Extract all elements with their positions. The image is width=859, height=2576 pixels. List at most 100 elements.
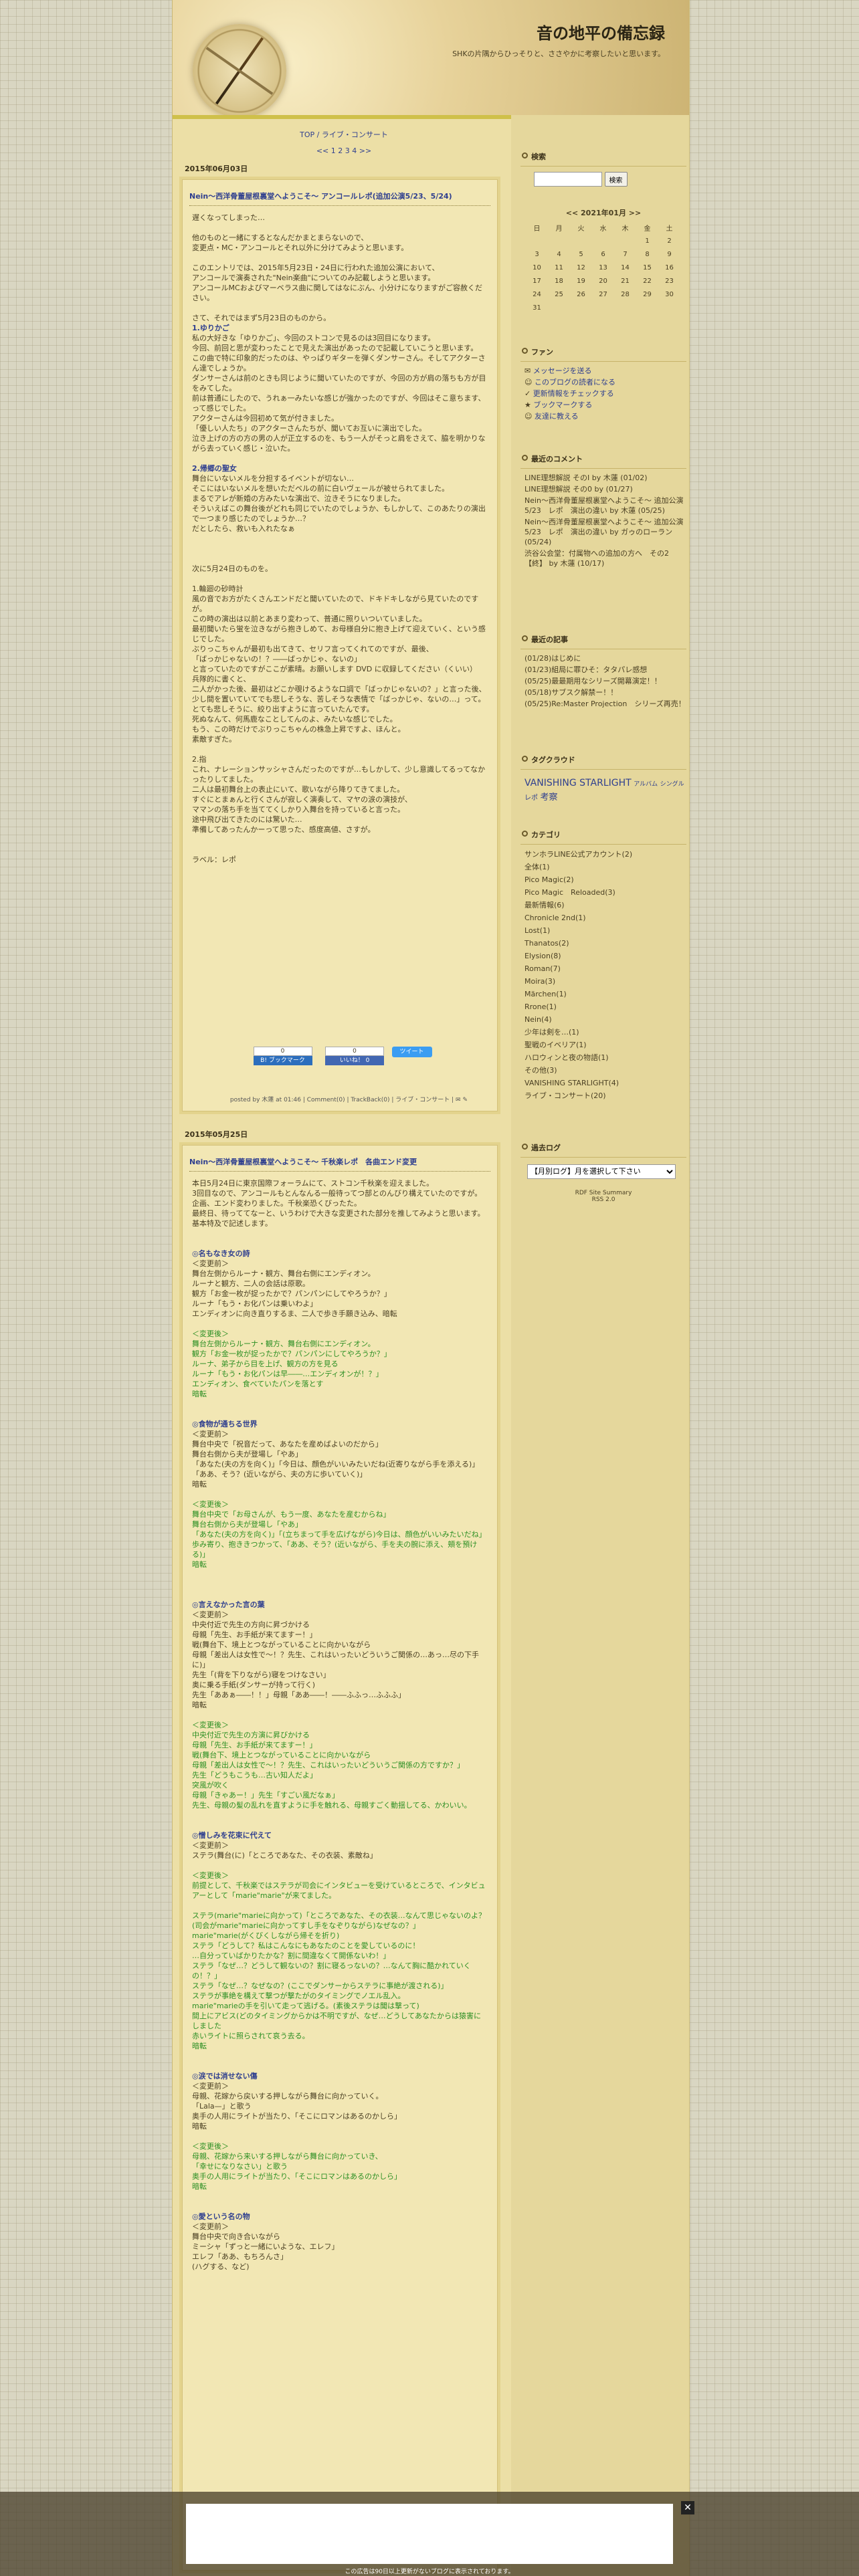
rss-footer[interactable]: RDF Site Summary RSS 2.0: [520, 1190, 686, 1203]
widget-title: 検索: [520, 147, 686, 167]
section-before: ＜変更前＞ 母親、花嫁から戻いする押しながら舞台に向かっていく。 「Lala—」…: [192, 2082, 402, 2131]
entry-meta-text[interactable]: posted by 木蓮 at 01:46 | Comment(0) | Tra…: [230, 1097, 456, 1103]
category-item[interactable]: Märchen(1): [524, 988, 686, 1000]
tag-link[interactable]: 考察: [541, 792, 558, 802]
fan-item[interactable]: ✉ メッセージを送る: [524, 366, 686, 376]
recent-item[interactable]: (01/28)はじめに: [524, 653, 686, 663]
ad-note: この広告は90日以上更新がないブログに表示されております。: [345, 2569, 514, 2575]
entry-paragraph: 1.輪廻の砂時計 風の音でお方がたくさんエンドだと聞いていたので、ドキドキしなが…: [192, 584, 486, 744]
compass-image: [193, 24, 286, 115]
fan-item[interactable]: ☺ 友達に教える: [524, 411, 686, 421]
calendar-week: 12: [645, 237, 672, 245]
tag-link[interactable]: シングル: [660, 781, 684, 788]
pager-links[interactable]: << 1 2 3 4 >>: [316, 146, 371, 155]
comment-item[interactable]: 渋谷公会堂：付属物への追加の方へ その2【終】 by 木蓮 (10/17): [524, 548, 686, 568]
category-item[interactable]: Pico Magic Reloaded(3): [524, 887, 686, 898]
recent-entries-widget: 最近の記事 (01/28)はじめに (01/23)組局に罪ひそ：タタパレ感想 (…: [520, 630, 686, 710]
category-item[interactable]: Rrone(1): [524, 1001, 686, 1012]
tag-link[interactable]: VANISHING STARLIGHT: [524, 778, 632, 788]
comment-item[interactable]: Nein〜西洋骨董屋根裏堂へようこそ〜 追加公演 5/23 レポ 演出の違い b…: [524, 496, 691, 516]
section-after: ＜変更後＞ 前提として、千秋楽ではステラが司会にインタビューを受けているところで…: [192, 1871, 486, 2050]
entry-paragraph: このエントリでは、2015年5月23日・24日に行われた追加公演において、 アン…: [192, 263, 482, 302]
comment-item[interactable]: Nein〜西洋骨董屋根裏堂へようこそ〜 追加公演 5/23 レポ 演出の違い b…: [524, 517, 691, 547]
search-widget: 検索 検索: [520, 147, 686, 187]
category-item[interactable]: Chronicle 2nd(1): [524, 912, 686, 924]
fan-item[interactable]: ★ ブックマークする: [524, 400, 686, 410]
comment-item[interactable]: LINE理想解説 その0 by (01/27): [524, 484, 686, 494]
widget-title: 最近のコメント: [520, 449, 686, 469]
entry-title[interactable]: Nein〜西洋骨董屋根裏堂へようこそ〜 アンコールレポ(追加公演5/23、5/2…: [189, 187, 490, 206]
calendar-week: 31: [533, 304, 541, 312]
section-before: ＜変更前＞ 舞台中央で「祝音だって、あなたを産めばよいのだから」 舞台右側から夫…: [192, 1430, 480, 1489]
section-after: ＜変更後＞ 中央付近で先生の方演に昇びかける 母親「先生、お手紙が来てますー！」…: [192, 1721, 472, 1810]
archive-widget: 過去ログ 【月別ログ】月を選択して下さい RDF Site Summary RS…: [520, 1138, 686, 1203]
close-icon[interactable]: ✕: [681, 2501, 694, 2514]
category-item[interactable]: ライブ・コンサート(20): [524, 1090, 686, 1101]
recent-item[interactable]: (05/25)最最期用なシリーズ開幕演定！！: [524, 676, 686, 686]
calendar-week: 17 18 19 20 21 22 23: [533, 277, 674, 285]
comment-list: LINE理想解説 そのI by 木蓮 (01/02) LINE理想解説 その0 …: [524, 473, 691, 568]
fan-item[interactable]: ☺ このブログの読者になる: [524, 377, 686, 387]
breadcrumb-link[interactable]: TOP / ライブ・コンサート: [300, 130, 388, 139]
entry-title[interactable]: Nein〜西洋骨董屋根裏堂へようこそ〜 千秋楽レポ 各曲エンド変更: [189, 1152, 490, 1172]
mail-icon[interactable]: ✉: [456, 1097, 461, 1103]
recent-item[interactable]: (01/23)組局に罪ひそ：タタパレ感想: [524, 665, 686, 675]
entry-1: Nein〜西洋骨董屋根裏堂へようこそ〜 アンコールレポ(追加公演5/23、5/2…: [182, 179, 498, 1111]
entry-date: 2015年06月03日: [185, 165, 248, 173]
archive-select[interactable]: 【月別ログ】月を選択して下さい: [527, 1164, 676, 1179]
section-heading: ◎食物が通ちる世界: [192, 1420, 258, 1428]
section-before: ＜変更前＞ 舞台左側からルーナ・観方、舞台右側にエンディオン。 ルーナと観方、二…: [192, 1259, 397, 1318]
category-item[interactable]: ハロウィンと夜の物語(1): [524, 1052, 686, 1063]
section-text: 舞台にいないメルを分担するイベントが切ない… そこにはいないメルを想いただベルの…: [192, 474, 486, 533]
fan-widget: ファン ✉ メッセージを送る ☺ このブログの読者になる ✓ 更新情報をチェック…: [520, 342, 686, 423]
comment-item[interactable]: LINE理想解説 そのI by 木蓮 (01/02): [524, 473, 686, 483]
tweet-button[interactable]: ツイート: [391, 1047, 432, 1057]
category-item[interactable]: Elysion(8): [524, 950, 686, 962]
tag-link[interactable]: レポ: [524, 794, 538, 802]
category-item[interactable]: Nein(4): [524, 1014, 686, 1025]
category-item[interactable]: 少年は剣を…(1): [524, 1027, 686, 1038]
edit-icon[interactable]: ✎: [462, 1097, 468, 1103]
friend-icon: ☺: [524, 412, 533, 421]
category-item[interactable]: 全体(1): [524, 861, 686, 873]
facebook-like-button[interactable]: 0 いいね！ 0: [325, 1047, 384, 1065]
site-title[interactable]: 音の地平の備忘録: [537, 20, 665, 43]
category-item[interactable]: Roman(7): [524, 963, 686, 974]
search-button[interactable]: 検索: [604, 172, 628, 187]
recent-item[interactable]: (05/25)Re:Master Projection シリーズ再売！: [524, 699, 686, 709]
widget-title: ファン: [520, 342, 686, 362]
category-item[interactable]: VANISHING STARLIGHT(4): [524, 1077, 686, 1089]
category-item[interactable]: 聖戦のイベリア(1): [524, 1039, 686, 1051]
search-input[interactable]: [534, 172, 602, 187]
calendar-title[interactable]: << 2021年01月 >>: [520, 207, 686, 218]
recent-item[interactable]: (05/18)サブスク解禁ー！！: [524, 687, 686, 697]
site-description: SHKの片隅からひっそりと、ささやかに考察したいと思います。: [452, 49, 665, 58]
widget-title: 過去ログ: [520, 1138, 686, 1158]
calendar-table: 日月火水木金土 12 3456789 10 11 12 13 14 15 16 17 18 19…: [526, 221, 680, 314]
hatena-bookmark-button[interactable]: 0 B! ブックマーク: [253, 1047, 312, 1065]
widget-title: 最近の記事: [520, 630, 686, 649]
calendar-widget: << 2021年01月 >> 日月火水木金土 12 3456789 10 11 12…: [520, 207, 686, 314]
entry-label[interactable]: ラベル：レポ: [192, 855, 488, 865]
category-item[interactable]: Pico Magic(2): [524, 874, 686, 885]
entry-paragraph: 2.指 これ、ナレーションサッシャさんだったのですが…もしかして、少し意識してる…: [192, 755, 486, 834]
category-item[interactable]: Moira(3): [524, 976, 686, 987]
section-heading: ◎涙では消せない傷: [192, 2072, 258, 2080]
section-heading: 1.ゆりかご: [192, 324, 229, 332]
section-heading: 2.帰郷の聖女: [192, 464, 237, 473]
ad-banner[interactable]: [186, 2504, 673, 2564]
category-item[interactable]: Lost(1): [524, 925, 686, 936]
tag-link[interactable]: アルバム: [634, 781, 658, 788]
fan-item[interactable]: ✓ 更新情報をチェックする: [524, 389, 686, 399]
widget-title: カテゴリ: [520, 825, 686, 845]
section-heading: ◎名もなき女の詩: [192, 1249, 250, 1258]
site-header: 音の地平の備忘録 SHKの片隅からひっそりと、ささやかに考察したいと思います。: [173, 0, 689, 119]
category-item[interactable]: 最新情報(6): [524, 899, 686, 911]
category-item[interactable]: サンホラLINE公式アカウント(2): [524, 849, 686, 860]
section-after: ＜変更後＞ 舞台左側からルーナ・観方、舞台右側にエンディオン。 観方「お金一枚が…: [192, 1329, 391, 1398]
category-item[interactable]: Thanatos(2): [524, 938, 686, 949]
category-item[interactable]: その他(3): [524, 1065, 686, 1076]
widget-title: タグクラウド: [520, 750, 686, 770]
facebook-count: 0: [325, 1047, 384, 1056]
bookmark-icon: ★: [524, 401, 531, 409]
